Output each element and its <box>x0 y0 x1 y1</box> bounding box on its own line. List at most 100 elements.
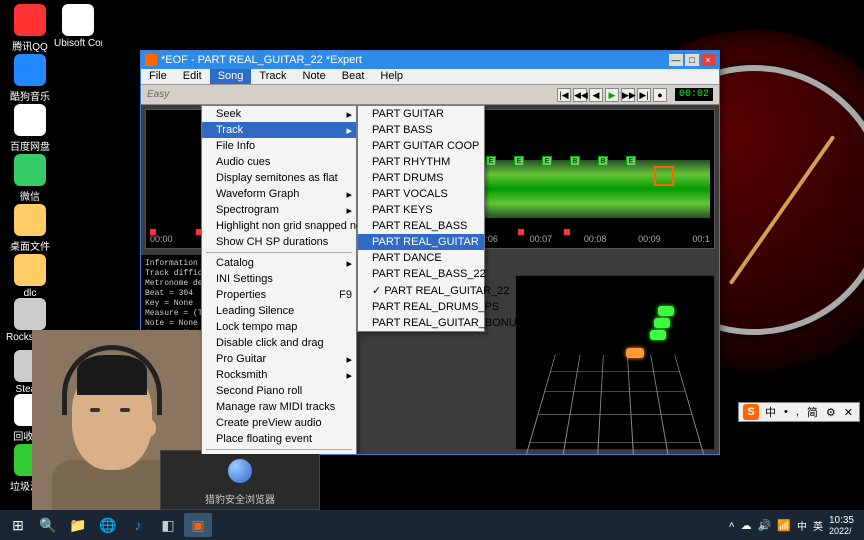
menu-item[interactable]: PropertiesF9 <box>202 287 356 303</box>
menu-edit[interactable]: Edit <box>175 69 210 84</box>
menu-item[interactable]: Highlight non grid snapped notes <box>202 218 356 234</box>
desktop-icon[interactable]: 百度网盘 <box>6 104 54 153</box>
menu-note[interactable]: Note <box>295 69 334 84</box>
desktop-icon[interactable]: 桌面文件 <box>6 204 54 253</box>
menu-track[interactable]: Track <box>251 69 294 84</box>
transport-button[interactable]: ▶▶ <box>621 88 635 102</box>
desktop-icon[interactable]: 腾讯QQ <box>6 4 54 53</box>
menu-item[interactable]: Audio cues <box>202 154 356 170</box>
menu-item-track[interactable]: PART KEYS <box>358 202 484 218</box>
app-icon <box>14 154 46 186</box>
menu-item-track[interactable]: PART BASS <box>358 122 484 138</box>
maximize-button[interactable]: □ <box>685 54 699 66</box>
ime-button[interactable]: ⚙ <box>824 406 838 419</box>
menu-help[interactable]: Help <box>372 69 411 84</box>
menu-file[interactable]: File <box>141 69 175 84</box>
menu-item[interactable]: Waveform Graph▸ <box>202 186 356 202</box>
ime-button[interactable]: 中 <box>763 404 778 420</box>
transport-button[interactable]: ▶ <box>605 88 619 102</box>
transport-button[interactable]: |◀ <box>557 88 571 102</box>
desktop-icon[interactable]: 微信 <box>6 154 54 203</box>
menu-item[interactable]: INI Settings <box>202 271 356 287</box>
menu-item[interactable]: Pro Guitar▸ <box>202 351 356 367</box>
menu-item[interactable]: Seek▸ <box>202 106 356 122</box>
system-tray[interactable]: ˄ ☁ 🔊 📶 中英 10:352022/ <box>729 515 860 536</box>
close-button[interactable]: × <box>701 54 715 66</box>
browser-globe-icon <box>228 459 252 483</box>
time-tick: 00:07 <box>530 234 553 246</box>
icon-label: 酷狗音乐 <box>6 88 54 103</box>
menu-item[interactable]: Lock tempo map <box>202 319 356 335</box>
menu-item-track[interactable]: PART GUITAR COOP <box>358 138 484 154</box>
menu-item[interactable]: Manage raw MIDI tracks <box>202 399 356 415</box>
marker: E <box>542 156 552 166</box>
ime-button[interactable]: • <box>782 406 790 418</box>
desktop-icon[interactable]: 酷狗音乐 <box>6 54 54 103</box>
track-submenu[interactable]: PART GUITAR PART BASS PART GUITAR COOP P… <box>357 105 485 332</box>
menu-bar[interactable]: FileEditSongTrackNoteBeatHelp <box>141 69 719 85</box>
tray-lang[interactable]: 英 <box>813 518 823 533</box>
taskbar-app[interactable]: ◧ <box>154 513 182 537</box>
song-menu-dropdown[interactable]: Seek▸Track▸File InfoAudio cuesDisplay se… <box>201 105 357 454</box>
ime-logo-icon: S <box>743 404 759 420</box>
menu-item-track[interactable]: PART GUITAR <box>358 106 484 122</box>
ime-toolbar[interactable]: S 中 •, 简 ⚙ ✕ <box>738 402 860 422</box>
taskbar-app[interactable]: 🔍 <box>34 513 62 537</box>
menu-item-track[interactable]: PART REAL_BASS_22 <box>358 266 484 282</box>
transport-button[interactable]: ● <box>653 88 667 102</box>
desktop-icon[interactable]: Ubisoft Connect <box>54 4 102 49</box>
menu-item[interactable]: Spectrogram▸ <box>202 202 356 218</box>
tray-icon[interactable]: ☁ <box>741 519 752 532</box>
menu-item[interactable]: Disable click and drag <box>202 335 356 351</box>
window-titlebar[interactable]: *EOF - PART REAL_GUITAR_22 *Expert — □ × <box>141 51 719 69</box>
menu-item-track[interactable]: PART REAL_BASS <box>358 218 484 234</box>
transport-button[interactable]: ◀ <box>589 88 603 102</box>
taskbar-app[interactable]: ▣ <box>184 513 212 537</box>
menu-item-track[interactable]: PART DRUMS <box>358 170 484 186</box>
tray-icon[interactable]: 🔊 <box>758 519 772 532</box>
menu-item[interactable]: Track▸ <box>202 122 356 138</box>
browser-window[interactable]: 猎豹安全浏览器 <box>160 450 320 510</box>
menu-item-track[interactable]: ✓ PART REAL_GUITAR_22 <box>358 282 484 299</box>
menu-beat[interactable]: Beat <box>334 69 373 84</box>
guitar-highway[interactable] <box>515 275 715 450</box>
taskbar[interactable]: ⊞ 🔍📁🌐♪◧▣ ˄ ☁ 🔊 📶 中英 10:352022/ <box>0 510 864 540</box>
desktop-icon[interactable]: dlc <box>6 254 54 299</box>
start-button[interactable]: ⊞ <box>4 513 32 537</box>
transport-button[interactable]: ◀◀ <box>573 88 587 102</box>
ime-button[interactable]: 简 <box>805 404 820 420</box>
taskbar-app[interactable]: 📁 <box>64 513 92 537</box>
menu-item-track[interactable]: PART REAL_GUITAR_BONUS <box>358 315 484 331</box>
ime-button[interactable]: , <box>794 406 801 418</box>
menu-song[interactable]: Song <box>210 69 252 84</box>
menu-item[interactable]: Create preView audio <box>202 415 356 431</box>
menu-item[interactable]: Show CH SP durations <box>202 234 356 250</box>
marker: E <box>514 156 524 166</box>
menu-item-track[interactable]: PART DANCE <box>358 250 484 266</box>
menu-item[interactable]: TEst song <box>202 452 356 454</box>
selection-box[interactable] <box>654 166 674 186</box>
tray-overflow-icon[interactable]: ˄ <box>729 520 735 531</box>
tray-icon[interactable]: 📶 <box>777 519 791 532</box>
menu-item[interactable]: File Info <box>202 138 356 154</box>
tray-lang[interactable]: 中 <box>797 518 807 533</box>
menu-item-track[interactable]: PART VOCALS <box>358 186 484 202</box>
menu-item-track[interactable]: PART RHYTHM <box>358 154 484 170</box>
minimize-button[interactable]: — <box>669 54 683 66</box>
marker: E <box>486 156 496 166</box>
menu-item-track[interactable]: PART REAL_DRUMS_PS <box>358 299 484 315</box>
menu-item[interactable]: Second Piano roll <box>202 383 356 399</box>
menu-item[interactable]: Place floating event <box>202 431 356 447</box>
clock[interactable]: 10:352022/ <box>829 515 854 536</box>
note-orange <box>626 348 644 358</box>
ime-button[interactable]: ✕ <box>842 406 855 419</box>
taskbar-app[interactable]: ♪ <box>124 513 152 537</box>
transport-button[interactable]: ▶| <box>637 88 651 102</box>
menu-item[interactable]: Display semitones as flat <box>202 170 356 186</box>
menu-item[interactable]: Catalog▸ <box>202 255 356 271</box>
menu-item[interactable]: Rocksmith▸ <box>202 367 356 383</box>
marker: E <box>626 156 636 166</box>
taskbar-app[interactable]: 🌐 <box>94 513 122 537</box>
menu-item-track[interactable]: PART REAL_GUITAR <box>358 234 484 250</box>
menu-item[interactable]: Leading Silence <box>202 303 356 319</box>
